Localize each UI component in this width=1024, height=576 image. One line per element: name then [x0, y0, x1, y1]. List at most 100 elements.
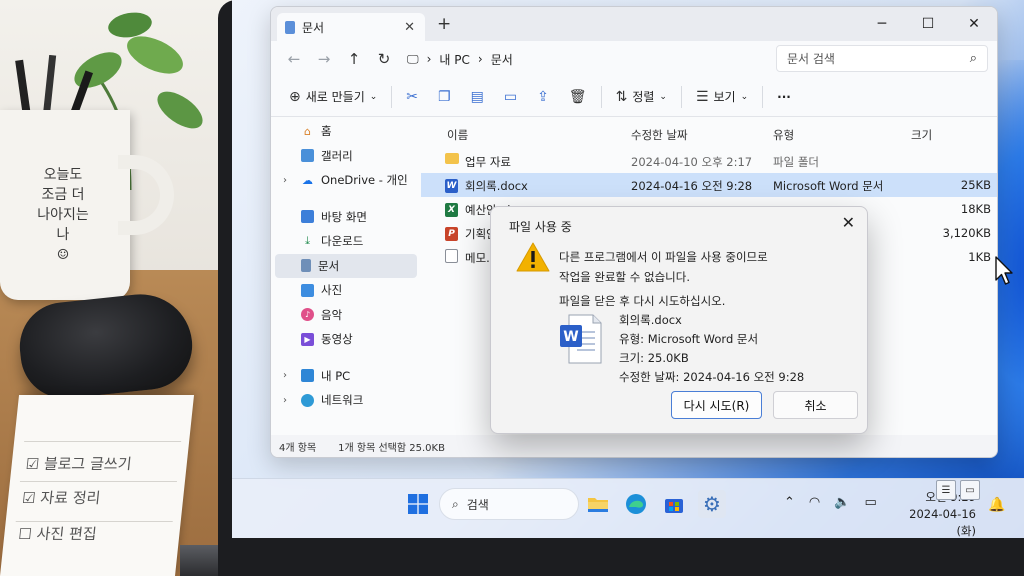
sidebar-item-label: 네트워크	[321, 393, 364, 408]
close-window-button[interactable]: ✕	[951, 7, 997, 41]
chevron-right-icon[interactable]: ›	[283, 175, 287, 186]
address-bar[interactable]: 🖵 › 내 PC › 문서	[401, 45, 766, 73]
music-icon: ♪	[301, 308, 314, 322]
tiles-view-icon[interactable]: ▭	[960, 480, 980, 500]
forward-button[interactable]: →	[309, 50, 339, 68]
paste-icon: ▤	[470, 88, 484, 105]
selection-info: 1개 항목 선택함 25.0KB	[338, 442, 445, 454]
volume-icon[interactable]: 🔈	[834, 495, 850, 510]
chevron-right-icon: ›	[477, 52, 483, 66]
column-header-name[interactable]: 이름	[447, 127, 468, 143]
edge-taskbar-icon[interactable]	[622, 490, 650, 518]
new-button[interactable]: ⊕ 새로 만들기 ⌄	[279, 82, 387, 112]
chevron-right-icon[interactable]: ›	[283, 395, 287, 406]
sidebar-item-this-pc[interactable]: › 내 PC	[271, 364, 421, 389]
sidebar-item-onedrive[interactable]: › ☁ OneDrive - 개인	[271, 168, 421, 193]
refresh-button[interactable]: ↻	[369, 50, 399, 68]
mouse-pointer-icon	[995, 256, 1013, 285]
sidebar-item-label: 동영상	[321, 332, 353, 347]
sidebar-item-label: 홈	[321, 124, 332, 139]
battery-icon[interactable]: ▭	[864, 495, 876, 510]
warning-icon	[516, 242, 550, 272]
breadcrumb-item[interactable]: 내 PC	[439, 51, 469, 68]
copy-button[interactable]: ❐	[428, 82, 461, 112]
search-icon: ⌕	[452, 496, 459, 511]
copy-icon: ❐	[438, 88, 451, 105]
sort-icon: ⇅	[615, 88, 628, 105]
paste-button[interactable]: ▤	[461, 82, 494, 112]
divider	[600, 85, 602, 108]
chevron-right-icon: ›	[426, 52, 432, 66]
delete-button[interactable]: 🗑	[559, 82, 597, 112]
details-view-icon[interactable]: ☰	[936, 480, 956, 500]
minimize-button[interactable]: ─	[859, 7, 905, 41]
sidebar-item-pictures[interactable]: 사진	[271, 278, 421, 303]
notebook-line	[24, 441, 182, 442]
dialog-hint: 파일을 닫은 후 다시 시도하십시오.	[559, 294, 726, 308]
share-button[interactable]: ⇪	[527, 82, 559, 112]
close-icon[interactable]: ✕	[842, 213, 855, 232]
mug-text-line: 조금 더	[41, 187, 85, 203]
start-button[interactable]	[408, 494, 428, 514]
sidebar-item-gallery[interactable]: 갤러리	[271, 144, 421, 169]
sidebar-item-videos[interactable]: ▶ 동영상	[271, 327, 421, 352]
sidebar-item-home[interactable]: ⌂ 홈	[271, 119, 421, 144]
chevron-right-icon[interactable]: ›	[283, 370, 287, 381]
wifi-icon[interactable]: ◠	[809, 495, 820, 510]
notification-bell-icon[interactable]: 🔔	[988, 497, 1005, 513]
close-tab-icon[interactable]: ✕	[404, 20, 415, 35]
column-header-date[interactable]: 수정한 날짜	[631, 127, 688, 143]
maximize-button[interactable]: ☐	[905, 7, 951, 41]
column-header-size[interactable]: 크기	[911, 127, 932, 143]
chevron-down-icon: ⌄	[659, 91, 667, 102]
item-count: 4개 항목	[279, 442, 317, 454]
more-button[interactable]: ···	[767, 82, 801, 112]
table-row[interactable]: 업무 자료 2024-04-10 오후 2:17 파일 폴더	[421, 149, 997, 173]
sort-button[interactable]: ⇅ 정렬 ⌄	[606, 82, 677, 112]
taskbar-search[interactable]: ⌕ 검색	[439, 488, 579, 520]
chevron-down-icon: ⌄	[369, 91, 378, 102]
up-button[interactable]: ↑	[339, 50, 369, 68]
share-icon: ⇪	[537, 88, 549, 105]
file-type: Microsoft Word 문서	[773, 179, 884, 193]
tab-documents[interactable]: 문서 ✕	[277, 13, 425, 41]
chevron-up-icon[interactable]: ⌃	[784, 495, 795, 510]
cut-button[interactable]: ✂	[396, 82, 428, 112]
search-placeholder: 문서 검색	[787, 52, 835, 66]
monitor-icon: 🖵	[407, 51, 419, 66]
file-info-name: 회의록.docx	[619, 313, 682, 327]
sidebar-item-downloads[interactable]: ⤓ 다운로드	[271, 229, 421, 254]
dialog-message-line: 다른 프로그램에서 이 파일을 사용 중이므로	[559, 250, 768, 264]
search-input[interactable]: 문서 검색 ⌕	[776, 45, 988, 72]
retry-button[interactable]: 다시 시도(R)	[671, 391, 762, 419]
store-taskbar-icon[interactable]	[660, 490, 688, 518]
divider	[391, 85, 393, 108]
rename-button[interactable]: ▭	[494, 82, 527, 112]
sidebar-item-network[interactable]: › 네트워크	[271, 388, 421, 413]
photo-icon	[301, 283, 314, 297]
download-icon: ⤓	[305, 234, 310, 248]
sidebar-item-desktop[interactable]: 바탕 화면	[271, 205, 421, 230]
word-document-icon: W	[560, 314, 602, 364]
view-button[interactable]: ☰ 보기 ⌄	[686, 82, 758, 112]
edge-icon	[626, 494, 646, 514]
sidebar-item-documents[interactable]: 문서	[275, 253, 417, 278]
svg-text:W: W	[563, 329, 578, 345]
new-tab-button[interactable]: +	[437, 14, 451, 34]
clock-date: 2024-04-16 (화)	[909, 507, 976, 538]
back-button[interactable]: ←	[279, 50, 309, 68]
column-header-type[interactable]: 유형	[773, 127, 794, 143]
text-file-icon	[445, 249, 458, 266]
sidebar-item-label: 갤러리	[321, 148, 353, 163]
settings-taskbar-icon[interactable]: ⚙	[698, 490, 726, 518]
file-explorer-taskbar-icon[interactable]	[584, 490, 612, 518]
mug-lettering: 오늘도 조금 더 나아지는 나 ☺	[18, 165, 108, 265]
word-icon: W	[445, 179, 458, 193]
breadcrumb-item[interactable]: 문서	[491, 51, 513, 68]
cancel-button[interactable]: 취소	[773, 391, 858, 419]
table-row[interactable]: W 회의록.docx 2024-04-16 오전 9:28 Microsoft …	[421, 173, 997, 197]
sidebar-item-music[interactable]: ♪ 음악	[271, 303, 421, 328]
new-button-label: 새로 만들기	[305, 90, 365, 104]
notebook-item: ☑ 자료 정리	[21, 489, 102, 507]
